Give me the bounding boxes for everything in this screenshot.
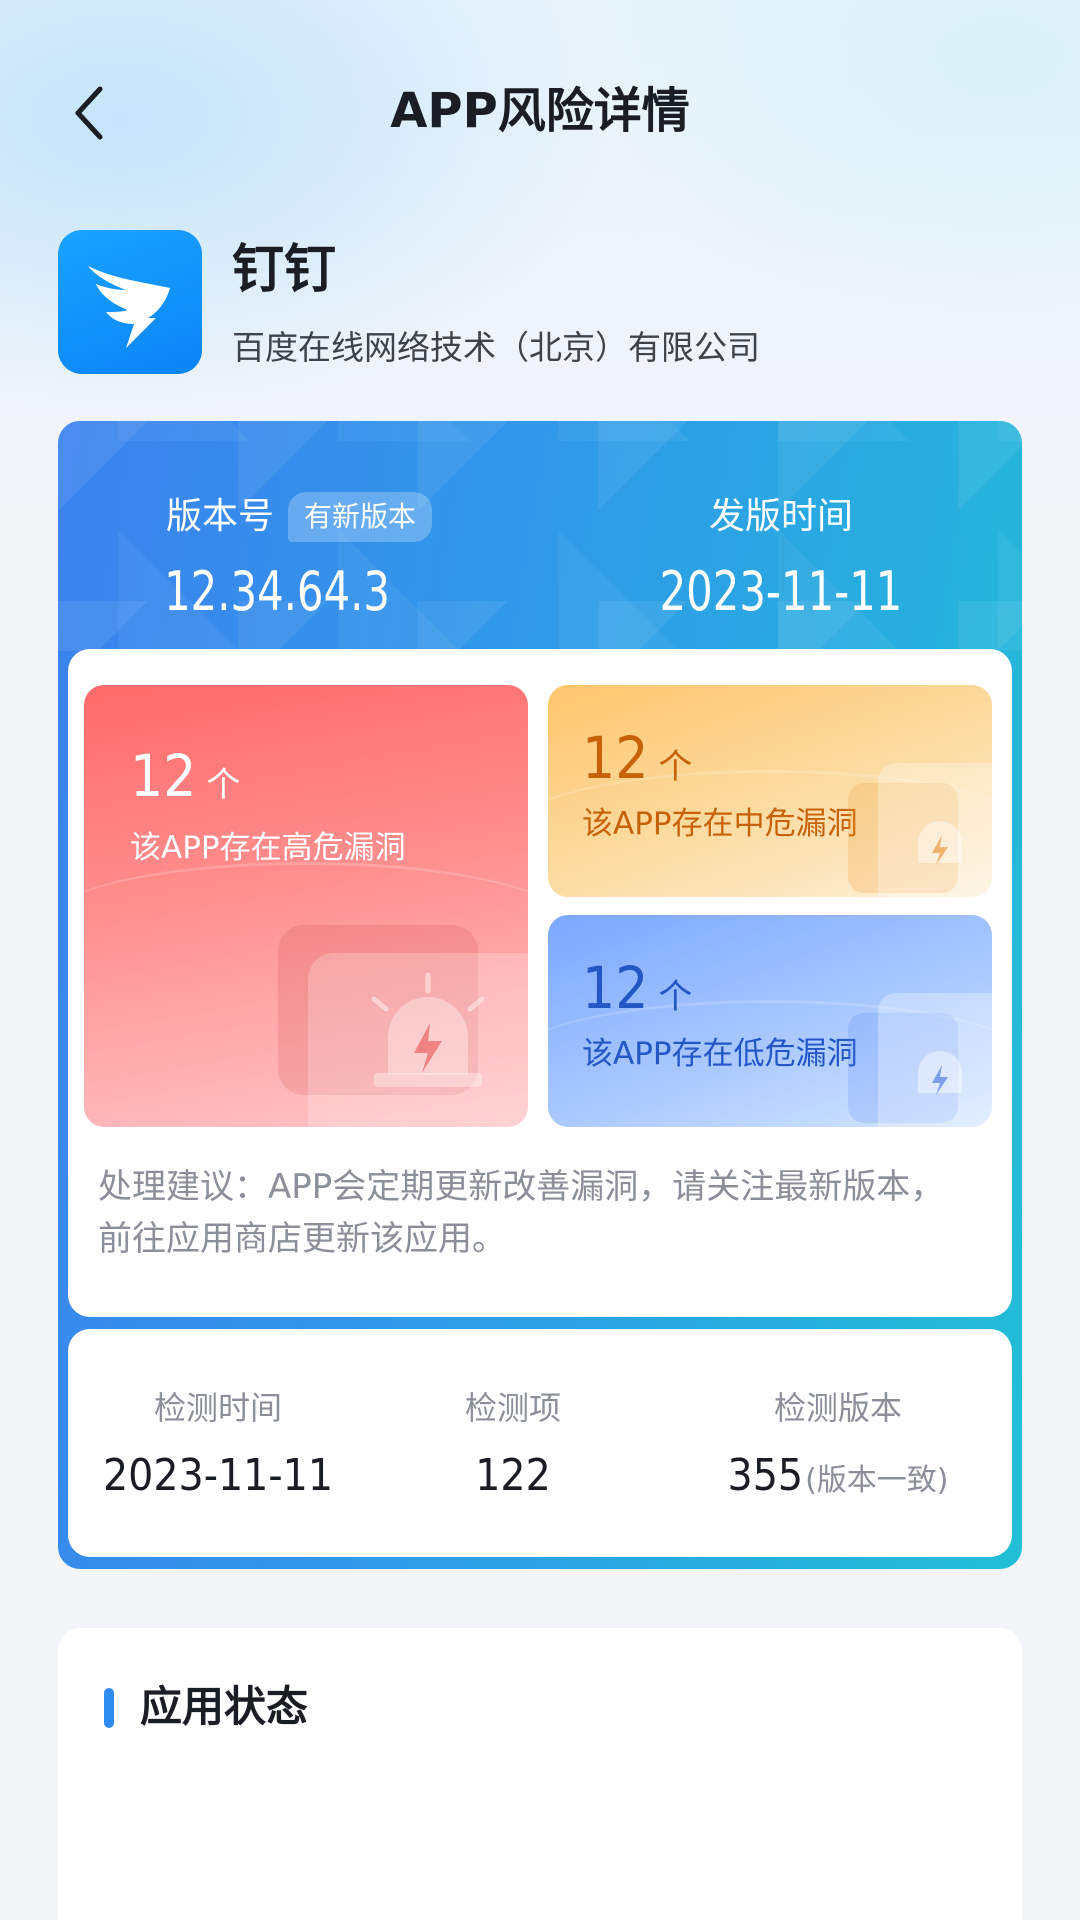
app-name: 钉钉 bbox=[232, 240, 337, 300]
high-risk-unit: 个 bbox=[206, 765, 241, 805]
vulnerability-panel: 12 个 该APP存在高危漏洞 12 个 该APP存在中危漏洞 12 个 该AP… bbox=[68, 649, 1012, 1317]
risk-summary-card: 版本号 有新版本 12.34.64.3 发版时间 2023-11-11 12 个… bbox=[58, 421, 1022, 1569]
detection-time-value: 2023-11-11 bbox=[102, 1450, 333, 1501]
high-risk-count: 12 bbox=[130, 742, 197, 810]
medium-risk-desc: 该APP存在中危漏洞 bbox=[582, 806, 858, 842]
medium-risk-unit: 个 bbox=[658, 747, 693, 787]
detection-time-label: 检测时间 bbox=[153, 1389, 282, 1427]
alarm-icon bbox=[278, 925, 528, 1127]
app-icon bbox=[58, 230, 202, 374]
detection-time-stat: 检测时间 2023-11-11 bbox=[88, 1387, 348, 1503]
high-risk-card[interactable]: 12 个 该APP存在高危漏洞 bbox=[84, 685, 528, 1127]
app-risk-detail-page: APP风险详情 钉钉 百度在线网络技术（北京）有限公司 版本号 有新版本 12.… bbox=[0, 0, 1080, 1920]
detection-version-label: 检测版本 bbox=[773, 1389, 902, 1427]
release-label: 发版时间 bbox=[708, 496, 853, 537]
page-title: APP风险详情 bbox=[390, 83, 690, 139]
dingtalk-logo-icon bbox=[88, 266, 170, 348]
version-value: 12.34.64.3 bbox=[164, 560, 390, 623]
version-block: 版本号 有新版本 12.34.64.3 bbox=[58, 489, 540, 625]
version-label: 版本号 bbox=[165, 496, 274, 537]
detection-version-stat: 检测版本 355 (版本一致) bbox=[678, 1387, 998, 1503]
app-status-card: 应用状态 bbox=[58, 1628, 1022, 1920]
low-risk-unit: 个 bbox=[658, 977, 693, 1017]
low-risk-count: 12 bbox=[582, 954, 649, 1022]
detection-items-value: 122 bbox=[475, 1450, 551, 1501]
high-risk-desc: 该APP存在高危漏洞 bbox=[130, 830, 406, 866]
detection-stats-panel: 检测时间 2023-11-11 检测项 122 检测版本 355 (版本一致) bbox=[68, 1329, 1012, 1557]
detection-version-value: 355 bbox=[727, 1450, 804, 1501]
app-company: 百度在线网络技术（北京）有限公司 bbox=[232, 328, 760, 367]
release-value: 2023-11-11 bbox=[659, 560, 903, 623]
detection-items-stat: 检测项 122 bbox=[388, 1387, 638, 1503]
detection-version-suffix: (版本一致) bbox=[805, 1463, 949, 1498]
alarm-icon bbox=[848, 763, 992, 897]
detection-items-label: 检测项 bbox=[464, 1389, 561, 1427]
new-version-badge[interactable]: 有新版本 bbox=[288, 492, 433, 542]
medium-risk-card[interactable]: 12 个 该APP存在中危漏洞 bbox=[548, 685, 992, 897]
section-accent-bar bbox=[104, 1688, 114, 1728]
medium-risk-count: 12 bbox=[582, 724, 649, 792]
low-risk-card[interactable]: 12 个 该APP存在低危漏洞 bbox=[548, 915, 992, 1127]
release-block: 发版时间 2023-11-11 bbox=[540, 489, 1022, 625]
low-risk-desc: 该APP存在低危漏洞 bbox=[582, 1036, 858, 1072]
alarm-icon bbox=[848, 993, 992, 1127]
app-status-title: 应用状态 bbox=[140, 1682, 309, 1731]
handling-advice: 处理建议：APP会定期更新改善漏洞，请关注最新版本，前往应用商店更新该应用。 bbox=[98, 1167, 945, 1259]
